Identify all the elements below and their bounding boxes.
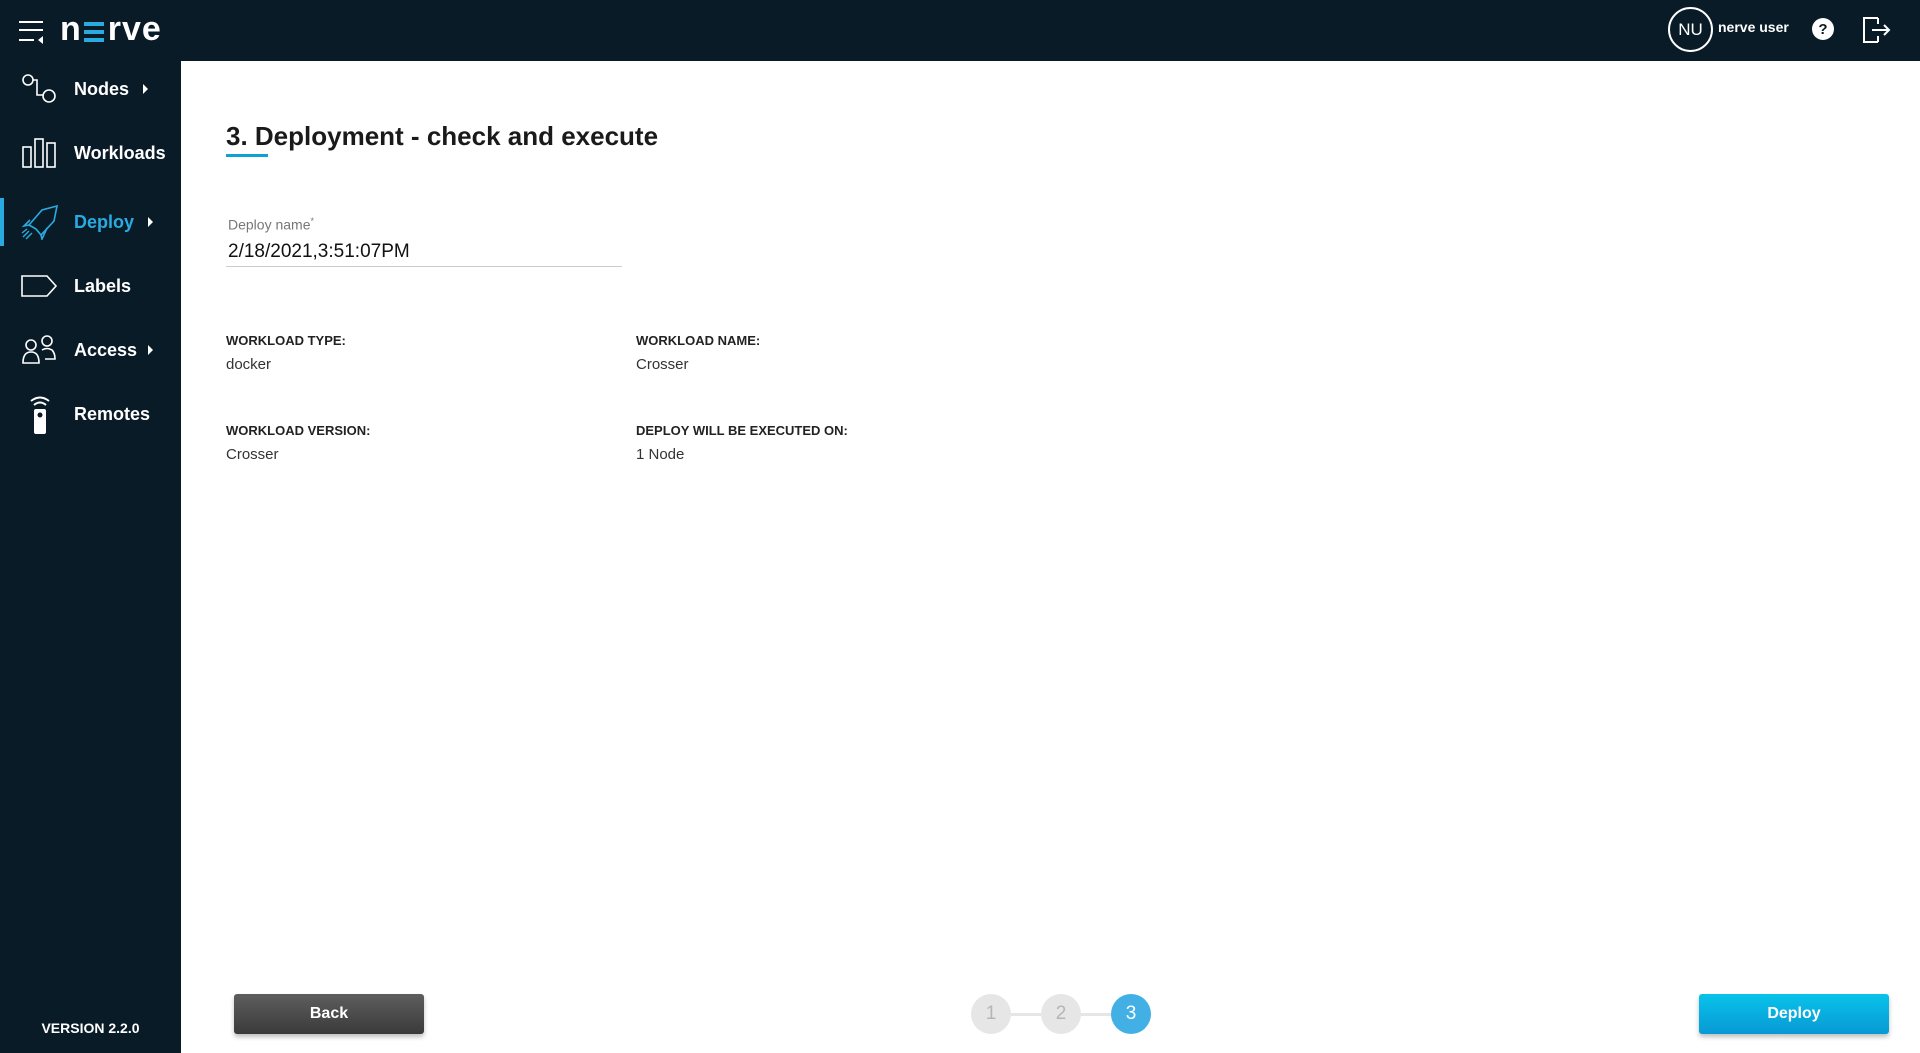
workload-version-label: WORKLOAD VERSION: — [226, 423, 371, 438]
deploy-name-input[interactable] — [226, 237, 622, 267]
deploy-target-value: 1 Node — [636, 446, 685, 463]
deploy-target-label: DEPLOY WILL BE EXECUTED ON: — [636, 423, 848, 438]
required-mark: * — [310, 216, 315, 226]
deploy-name-label-text: Deploy name — [228, 216, 311, 233]
remote-icon — [20, 394, 60, 434]
logo-text-end: rve — [107, 10, 162, 48]
workload-type-value: docker — [226, 356, 272, 373]
users-icon — [20, 330, 60, 370]
sidebar-item-remotes[interactable]: Remotes — [0, 386, 181, 442]
workload-type-label: WORKLOAD TYPE: — [226, 333, 346, 348]
user-name[interactable]: nerve user — [1718, 19, 1789, 35]
nodes-icon — [20, 69, 60, 109]
sidebar-item-label: Access — [74, 339, 138, 360]
page-title: 3. Deployment - check and execute — [226, 121, 659, 151]
sidebar-item-label: Labels — [74, 275, 132, 296]
caret-right-icon — [148, 217, 153, 227]
wizard-stepper: 1 2 3 — [971, 994, 1151, 1034]
deploy-name-label: Deploy name* — [228, 216, 314, 233]
sidebar-item-label: Workloads — [74, 142, 166, 163]
avatar[interactable]: NU — [1668, 7, 1713, 52]
help-icon[interactable]: ? — [1812, 18, 1834, 40]
menu-collapse-icon[interactable] — [16, 16, 48, 46]
sidebar-item-deploy[interactable]: Deploy — [0, 194, 181, 250]
step-1[interactable]: 1 — [971, 994, 1011, 1034]
sidebar-item-access[interactable]: Access — [0, 322, 181, 378]
sidebar-item-labels[interactable]: Labels — [0, 258, 181, 314]
deploy-button[interactable]: Deploy — [1699, 994, 1889, 1034]
top-header: n rve NU nerve user ? — [0, 0, 1920, 61]
step-connector — [1081, 1013, 1111, 1016]
nerve-logo[interactable]: n rve — [60, 12, 162, 46]
workload-name-value: Crosser — [636, 356, 689, 373]
workload-name-label: WORKLOAD NAME: — [636, 333, 761, 348]
logo-text-start: n — [60, 10, 82, 48]
rocket-icon — [20, 202, 60, 242]
workloads-icon — [20, 133, 60, 173]
app-version: VERSION 2.2.0 — [41, 1020, 140, 1036]
sidebar-item-label: Nodes — [74, 78, 130, 99]
caret-right-icon — [148, 345, 153, 355]
sidebar-item-nodes[interactable]: Nodes — [0, 61, 181, 117]
caret-right-icon — [143, 84, 148, 94]
sidebar: Nodes Workloads Deploy Labels Access Rem… — [0, 61, 181, 1053]
sidebar-item-workloads[interactable]: Workloads — [0, 125, 181, 181]
step-2[interactable]: 2 — [1041, 994, 1081, 1034]
main-content: 3. Deployment - check and execute Deploy… — [181, 61, 1920, 1053]
label-tag-icon — [20, 266, 60, 306]
step-3[interactable]: 3 — [1111, 994, 1151, 1034]
user-menu[interactable]: NU nerve user — [1668, 7, 1789, 52]
sidebar-item-label: Deploy — [74, 211, 135, 232]
sidebar-item-label: Remotes — [74, 403, 151, 424]
step-connector — [1011, 1013, 1041, 1016]
back-button[interactable]: Back — [234, 994, 424, 1034]
title-underline — [226, 154, 268, 157]
logo-e-bars-icon — [83, 22, 104, 42]
workload-version-value: Crosser — [226, 446, 279, 463]
logout-icon[interactable] — [1860, 14, 1892, 46]
